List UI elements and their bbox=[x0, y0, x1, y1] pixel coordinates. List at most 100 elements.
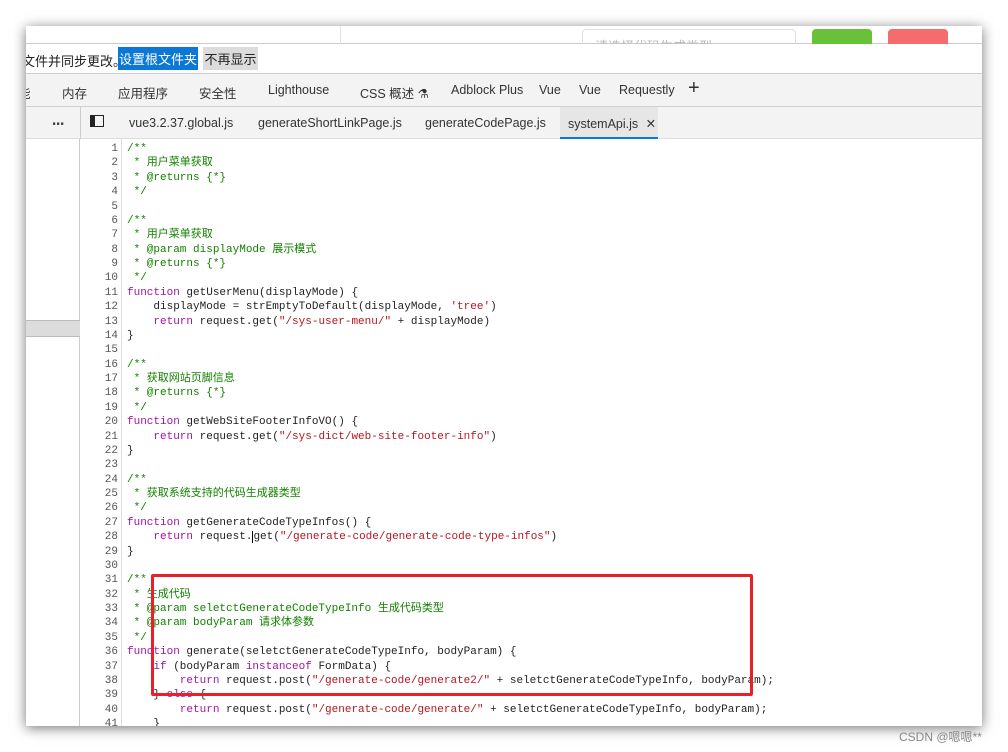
code-line: 34 * @param bodyParam 请求体参数 bbox=[80, 616, 982, 630]
line-number: 8 bbox=[111, 243, 118, 256]
line-number: 13 bbox=[104, 315, 118, 328]
line-number: 33 bbox=[104, 603, 118, 615]
toggle-navigator-icon[interactable] bbox=[90, 107, 104, 139]
watermark: CSDN @嗯嗯** bbox=[899, 730, 982, 744]
file-tab[interactable]: generateCodePage.js bbox=[425, 107, 546, 139]
code-token: } bbox=[127, 444, 134, 457]
comment-token: * 生成代码 bbox=[127, 588, 191, 601]
code-line: 27 function getGenerateCodeTypeInfos() { bbox=[80, 516, 982, 530]
code-editor[interactable]: 1/** 2 * 用户菜单获取 3 * @returns {*} 4 */5 6/** 7… bbox=[80, 139, 982, 726]
string-token: "/generate-code/generate-code-type-infos… bbox=[279, 531, 551, 544]
keyword-token: return bbox=[153, 531, 194, 544]
line-number: 11 bbox=[104, 286, 118, 299]
comment-token: * @returns {*} bbox=[127, 171, 227, 184]
line-number: 31 bbox=[104, 574, 118, 587]
code-token: request.post( bbox=[219, 674, 312, 687]
line-number: 23 bbox=[104, 459, 118, 472]
selected-row[interactable] bbox=[26, 320, 80, 337]
code-line: 9 * @returns {*} bbox=[80, 257, 982, 271]
comment-token: /** bbox=[127, 214, 147, 227]
keyword-token: function bbox=[127, 516, 180, 529]
comment-token: * @param seletctGenerateCodeTypeInfo 生成代… bbox=[127, 603, 444, 615]
code-line: 41 } bbox=[80, 717, 982, 726]
line-number: 36 bbox=[104, 646, 118, 659]
code-line: 5 bbox=[80, 200, 982, 214]
code-token: { bbox=[193, 689, 207, 702]
line-number: 34 bbox=[104, 617, 118, 630]
divider bbox=[80, 107, 81, 139]
more-icon[interactable]: ⋯ bbox=[52, 107, 65, 139]
code-line: 19 */ bbox=[80, 401, 982, 415]
tab-application[interactable]: 应用程序 bbox=[118, 83, 168, 102]
code-token: et( bbox=[260, 531, 280, 544]
comment-token: * 用户菜单获取 bbox=[127, 157, 213, 170]
file-tab-active[interactable]: systemApi.js ✕ bbox=[560, 107, 658, 139]
tab-memory[interactable]: 内存 bbox=[62, 83, 87, 102]
code-token: } bbox=[127, 718, 161, 726]
tab-requestly[interactable]: Requestly bbox=[619, 83, 675, 97]
string-token: "/generate-code/generate2/" bbox=[311, 674, 491, 687]
line-number: 1 bbox=[111, 143, 118, 155]
code-token: + seletctGenerateCodeTypeInfo, bodyParam… bbox=[483, 703, 768, 716]
dont-show-again-button[interactable]: 不再显示 bbox=[203, 47, 258, 70]
tab-vue-2[interactable]: Vue bbox=[579, 83, 601, 97]
keyword-token: return bbox=[179, 703, 220, 716]
code-line: 37 if (bodyParam instanceof FormData) { bbox=[80, 660, 982, 674]
code-token: (bodyParam bbox=[166, 660, 246, 673]
file-tab[interactable]: vue3.2.37.global.js bbox=[129, 107, 233, 139]
string-token: "/generate-code/generate/" bbox=[311, 703, 484, 716]
line-number: 37 bbox=[104, 660, 118, 673]
file-tab-label: systemApi.js bbox=[568, 117, 639, 131]
tab-performance[interactable]: 能 bbox=[26, 83, 31, 102]
tab-lighthouse[interactable]: Lighthouse bbox=[268, 83, 329, 97]
code-token: getWebSiteFooterInfoVO() { bbox=[179, 416, 359, 429]
code-line: 11 function getUserMenu(displayMode) { bbox=[80, 286, 982, 300]
keyword-token: function bbox=[127, 416, 180, 429]
line-number: 22 bbox=[104, 444, 118, 457]
line-number: 38 bbox=[104, 674, 118, 687]
workspace-infobar: 文件并同步更改。 设置根文件夹 不再显示 bbox=[26, 44, 982, 74]
comment-token: /** bbox=[127, 143, 147, 155]
set-root-folder-button[interactable]: 设置根文件夹 bbox=[118, 47, 198, 70]
code-line: 32 * 生成代码 bbox=[80, 588, 982, 602]
page-behind: 请选择代码生成类型 bbox=[26, 26, 982, 49]
infobar-message: 文件并同步更改。 bbox=[26, 54, 127, 69]
comment-token: */ bbox=[127, 272, 147, 285]
comment-token: * @returns {*} bbox=[127, 258, 227, 270]
code-token: } bbox=[127, 329, 134, 342]
code-line: 3 * @returns {*} bbox=[80, 171, 982, 185]
line-number: 41 bbox=[104, 718, 118, 726]
code-line: 6 /** bbox=[80, 214, 982, 228]
file-tab[interactable]: generateShortLinkPage.js bbox=[258, 107, 402, 139]
code-line: 15 bbox=[80, 343, 982, 357]
code-token: ) bbox=[490, 430, 497, 443]
tab-security[interactable]: 安全性 bbox=[199, 83, 237, 102]
comment-token: * @param displayMode 展示模式 bbox=[127, 243, 317, 256]
code-line: 13 return request.get("/sys-user-menu/" … bbox=[80, 315, 982, 329]
close-icon[interactable]: ✕ bbox=[646, 117, 656, 131]
code-line: 20 function getWebSiteFooterInfoVO() { bbox=[80, 415, 982, 429]
code-token: request.get( bbox=[193, 315, 279, 328]
tab-vue[interactable]: Vue bbox=[539, 83, 561, 97]
code-token: } bbox=[127, 689, 167, 702]
code-line: 4 */ bbox=[80, 185, 982, 199]
keyword-token: function bbox=[127, 286, 180, 299]
comment-token: */ bbox=[127, 631, 147, 644]
line-number: 4 bbox=[111, 186, 118, 199]
tab-css-overview[interactable]: CSS 概述 ⚗ bbox=[360, 83, 429, 102]
code-line: 23 bbox=[80, 458, 982, 472]
code-line: 35 */ bbox=[80, 631, 982, 645]
line-number: 17 bbox=[104, 373, 118, 385]
line-number: 35 bbox=[104, 631, 118, 644]
add-tab-icon[interactable]: + bbox=[688, 77, 700, 100]
code-token: request.post( bbox=[219, 703, 312, 716]
line-number: 6 bbox=[111, 214, 118, 227]
comment-token: */ bbox=[127, 502, 147, 515]
tab-adblock-plus[interactable]: Adblock Plus bbox=[451, 83, 523, 97]
string-token: "/sys-user-menu/" bbox=[278, 315, 392, 328]
code-token: + seletctGenerateCodeTypeInfo, bodyParam… bbox=[490, 674, 774, 687]
code-token: generate(seletctGenerateCodeTypeInfo, bo… bbox=[179, 646, 517, 659]
